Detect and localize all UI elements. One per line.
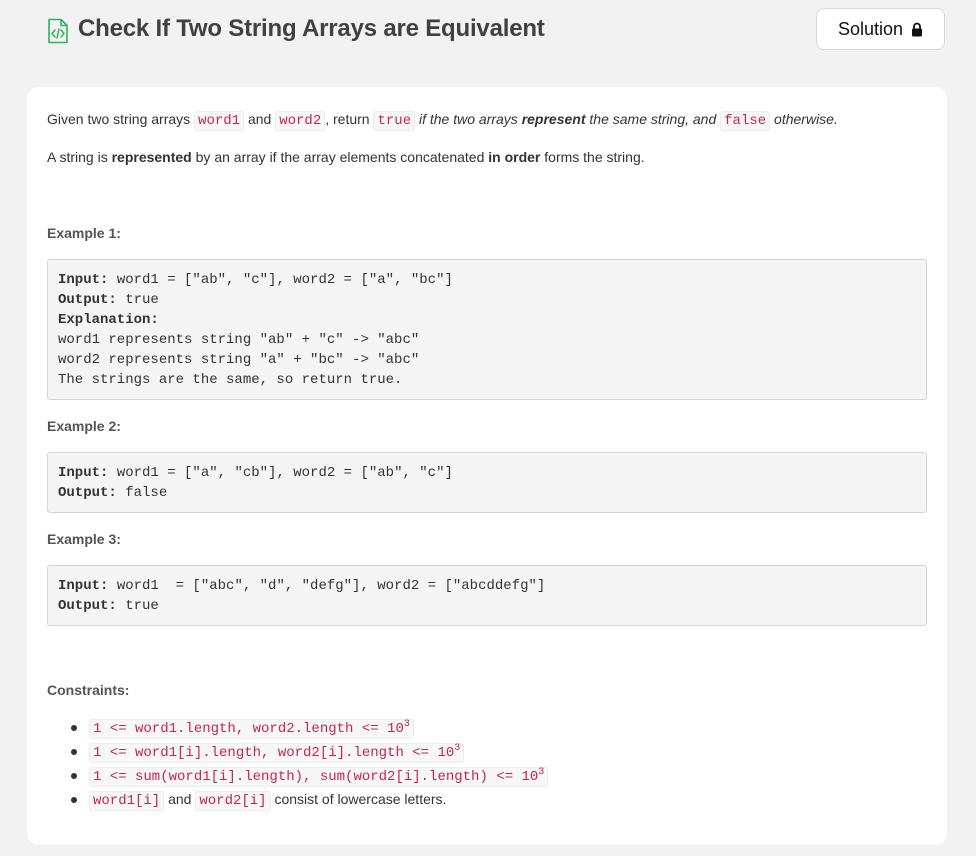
inline-code: word1[i] — [89, 791, 164, 811]
example-output-line: Output: false — [58, 483, 916, 503]
lock-icon — [911, 22, 923, 37]
example-2-heading: Example 2: — [47, 418, 121, 434]
italic-text: otherwise. — [774, 111, 838, 127]
text: consist of lowercase letters. — [271, 791, 447, 807]
constraint-item: word1[i] and word2[i] consist of lowerca… — [89, 787, 548, 811]
example-3-heading: Example 3: — [47, 531, 121, 547]
constraint-item: 1 <= word1.length, word2.length <= 103 — [89, 715, 548, 739]
exponent: 3 — [404, 719, 410, 730]
output-value: false — [117, 485, 167, 501]
inline-code: false — [720, 111, 770, 131]
input-value: word1 = ["a", "cb"], word2 = ["ab", "c"] — [108, 465, 452, 481]
exponent: 3 — [538, 767, 544, 778]
text: if the two arrays — [419, 111, 522, 127]
text: by an array if the array elements concat… — [192, 149, 489, 165]
output-value: true — [117, 292, 159, 308]
example-input-line: Input: word1 = ["a", "cb"], word2 = ["ab… — [58, 463, 916, 483]
constraint-item: 1 <= sum(word1[i].length), sum(word2[i].… — [89, 763, 548, 787]
bold-text: in order — [488, 149, 540, 165]
input-label: Input: — [58, 578, 108, 594]
output-label: Output: — [58, 292, 117, 308]
constraint-code: 1 <= sum(word1[i].length), sum(word2[i].… — [89, 767, 548, 787]
input-value: word1 = ["ab", "c"], word2 = ["a", "bc"] — [108, 272, 452, 288]
example-explanation-line: The strings are the same, so return true… — [58, 370, 916, 390]
example-input-line: Input: word1 = ["ab", "c"], word2 = ["a"… — [58, 270, 916, 290]
example-explanation-line: word2 represents string "a" + "bc" -> "a… — [58, 350, 916, 370]
page-header: Check If Two String Arrays are Equivalen… — [0, 0, 976, 68]
constraint-code-text: 1 <= word1.length, word2.length <= 10 — [93, 721, 404, 737]
solution-button-label: Solution — [838, 19, 903, 40]
example-3-block: Input: word1 = ["abc", "d", "defg"], wor… — [47, 565, 927, 626]
description-paragraph-1: Given two string arrays word1 and word2,… — [47, 111, 838, 129]
bold-text: represent — [522, 111, 586, 127]
italic-text: if the two arrays represent the same str… — [419, 111, 716, 127]
input-value: word1 = ["abc", "d", "defg"], word2 = ["… — [108, 578, 545, 594]
text: Given two string arrays — [47, 111, 194, 127]
constraint-code: 1 <= word1.length, word2.length <= 103 — [89, 719, 414, 739]
constraint-code-text: 1 <= sum(word1[i].length), sum(word2[i].… — [93, 769, 538, 785]
page-title: Check If Two String Arrays are Equivalen… — [78, 15, 545, 43]
inline-code: word2 — [275, 111, 325, 131]
inline-code: word1 — [194, 111, 244, 131]
example-output-line: Output: true — [58, 290, 916, 310]
input-label: Input: — [58, 272, 108, 288]
inline-code: word2[i] — [195, 791, 270, 811]
example-explanation-label: Explanation: — [58, 310, 916, 330]
text: the same string, and — [586, 111, 717, 127]
inline-code: true — [373, 111, 415, 131]
code-file-icon — [46, 18, 70, 44]
example-output-line: Output: true — [58, 596, 916, 616]
example-explanation-line: word1 represents string "ab" + "c" -> "a… — [58, 330, 916, 350]
text: , return — [325, 111, 373, 127]
example-1-heading: Example 1: — [47, 225, 121, 241]
text: and — [244, 111, 275, 127]
constraints-heading: Constraints: — [47, 682, 129, 698]
example-1-block: Input: word1 = ["ab", "c"], word2 = ["a"… — [47, 259, 927, 400]
solution-button[interactable]: Solution — [816, 8, 945, 50]
constraint-code-text: 1 <= word1[i].length, word2[i].length <=… — [93, 745, 454, 761]
output-label: Output: — [58, 598, 117, 614]
text: forms the string. — [540, 149, 644, 165]
text: A string is — [47, 149, 112, 165]
example-input-line: Input: word1 = ["abc", "d", "defg"], wor… — [58, 576, 916, 596]
constraint-code: 1 <= word1[i].length, word2[i].length <=… — [89, 743, 464, 763]
output-label: Output: — [58, 485, 117, 501]
example-2-block: Input: word1 = ["a", "cb"], word2 = ["ab… — [47, 452, 927, 513]
input-label: Input: — [58, 465, 108, 481]
bold-text: represented — [112, 149, 192, 165]
output-value: true — [117, 598, 159, 614]
text: and — [164, 791, 195, 807]
constraint-item: 1 <= word1[i].length, word2[i].length <=… — [89, 739, 548, 763]
problem-description-card: Given two string arrays word1 and word2,… — [27, 87, 947, 845]
constraints-list: 1 <= word1.length, word2.length <= 103 1… — [47, 715, 548, 811]
exponent: 3 — [454, 743, 460, 754]
explanation-label: Explanation: — [58, 312, 159, 328]
description-paragraph-2: A string is represented by an array if t… — [47, 149, 645, 165]
